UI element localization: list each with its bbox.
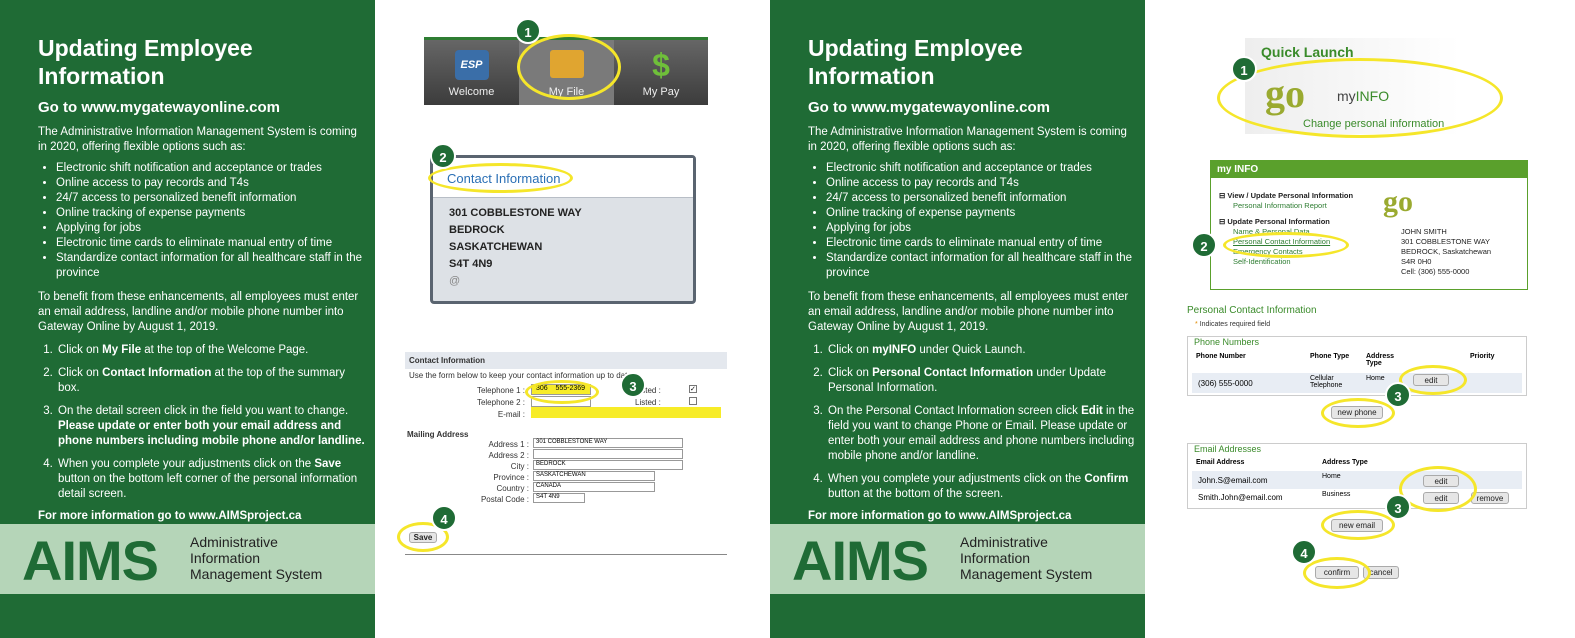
step-item: Click on Contact Information at the top … (56, 366, 366, 396)
bullet-item: Applying for jobs (826, 221, 1136, 236)
bullet-item: Applying for jobs (56, 221, 366, 236)
listed-checkbox-2[interactable] (689, 397, 697, 405)
left-info-panel: Updating Employee Information Go to www.m… (0, 0, 375, 638)
right_panel-benefit: To benefit from these enhancements, all … (808, 291, 1129, 333)
pci-title: Personal Contact Information (1187, 305, 1317, 316)
right_panel-bullets: Electronic shift notification and accept… (808, 161, 1136, 281)
right_panel-more-info: For more information go to www.AIMSproje… (808, 510, 1072, 522)
address-1-input[interactable]: 301 COBBLESTONE WAY (533, 438, 683, 448)
bullet-item: Electronic time cards to eliminate manua… (826, 236, 1136, 251)
step-badge-4b: 4 (1291, 539, 1317, 565)
bullet-item: Electronic shift notification and accept… (56, 161, 366, 176)
bullet-item: Electronic time cards to eliminate manua… (56, 236, 366, 251)
dollar-icon: $ (652, 47, 670, 83)
bullet-item: Online tracking of expense payments (826, 206, 1136, 221)
left_panel-url-heading: Go to www.mygatewayonline.com (38, 99, 280, 116)
province-select[interactable]: SASKATCHEWAN (533, 471, 655, 481)
phone-row: (306) 555-0000 Cellular Telephone Home (1192, 373, 1522, 393)
aims-logo-band: AIMS Administrative Information Management… (0, 524, 375, 594)
email-input[interactable] (531, 407, 721, 418)
report-link[interactable]: Personal Information Report (1219, 201, 1353, 211)
step-badge-1: 1 (515, 18, 541, 44)
left_panel-intro: The Administrative Information Managemen… (38, 126, 357, 153)
country-select[interactable]: CANADA (533, 482, 655, 492)
right-info-panel: Updating Employee Information Go to www.m… (770, 0, 1145, 638)
bullet-item: Online tracking of expense payments (56, 206, 366, 221)
aims-logo-subtitle: Administrative Information Management Syst… (190, 534, 323, 582)
nav-welcome[interactable]: ESP Welcome (424, 40, 519, 105)
esp-icon: ESP (454, 50, 489, 80)
form-title: Contact Information (405, 352, 727, 369)
go-logo-icon-small: go (1383, 185, 1413, 218)
postal-code-input[interactable]: S4T 4N9 (533, 493, 585, 503)
step-item: Click on My File at the top of the Welco… (56, 343, 366, 358)
aims-logo: AIMS (22, 529, 159, 592)
step-badge-3: 3 (620, 372, 646, 398)
right_panel-intro: The Administrative Information Managemen… (808, 126, 1127, 153)
myinfo-box: my INFO ⊟ View / Update Personal Informa… (1210, 160, 1528, 290)
aims-logo-2: AIMS (792, 529, 929, 592)
address-2-input[interactable] (533, 449, 683, 459)
step-item: On the detail screen click in the field … (56, 404, 366, 449)
person-summary: JOHN SMITH 301 COBBLESTONE WAY BEDROCK, Sa… (1401, 227, 1492, 276)
step-item: When you complete your adjustments click… (826, 472, 1136, 502)
listed-checkbox-1[interactable]: ✓ (689, 385, 697, 393)
step-badge-3c: 3 (1385, 494, 1411, 520)
step-item: Click on Personal Contact Information un… (826, 366, 1136, 396)
bullet-item: Standardize contact information for all … (56, 251, 366, 281)
left_panel-benefit: To benefit from these enhancements, all … (38, 291, 359, 333)
aims-logo-band-2: AIMS Administrative Information Management… (770, 524, 1145, 594)
left_panel-title: Updating Employee Information (38, 35, 253, 89)
contact-detail-form: Contact Information Use the form below t… (405, 352, 727, 504)
bullet-item: Electronic shift notification and accept… (826, 161, 1136, 176)
right_panel-title: Updating Employee Information (808, 35, 1023, 89)
bullet-item: 24/7 access to personalized benefit info… (56, 191, 366, 206)
step-item: On the Personal Contact Information scre… (826, 404, 1136, 464)
step-item: Click on myINFO under Quick Launch. (826, 343, 1136, 358)
self-identification-link[interactable]: Self-Identification (1219, 257, 1353, 267)
contact-address: 301 COBBLESTONE WAY BEDROCK SASKATCHEWAN S4… (449, 207, 582, 287)
left_panel-more-info: For more information go to www.AIMSproje… (38, 510, 302, 522)
screenshot-panel-gateway: ESP Welcome My File $ My Pay 1 Contact I… (375, 0, 770, 638)
step-badge-2: 2 (430, 143, 456, 169)
screenshot-panel-myinfo: Quick Launch go myINFO Change personal i… (1145, 0, 1575, 638)
right_panel-url-heading: Go to www.mygatewayonline.com (808, 99, 1050, 116)
step-item: When you complete your adjustments click… (56, 457, 366, 502)
nav-my-pay[interactable]: $ My Pay (614, 40, 708, 105)
right_panel-steps: Click on myINFO under Quick Launch. Click… (808, 343, 1136, 502)
city-input[interactable]: BEDROCK (533, 460, 683, 470)
step-badge-1b: 1 (1231, 56, 1257, 82)
left_panel-steps: Click on My File at the top of the Welco… (38, 343, 366, 502)
left_panel-bullets: Electronic shift notification and accept… (38, 161, 366, 281)
bullet-item: Standardize contact information for all … (826, 251, 1136, 281)
step-badge-2b: 2 (1191, 232, 1217, 258)
bullet-item: 24/7 access to personalized benefit info… (826, 191, 1136, 206)
bullet-item: Online access to pay records and T4s (56, 176, 366, 191)
step-badge-4: 4 (431, 505, 457, 531)
remove-email-button[interactable]: remove (1471, 492, 1509, 504)
step-badge-3b: 3 (1385, 382, 1411, 408)
aims-logo-subtitle-2: Administrative Information Management Syst… (960, 534, 1093, 582)
phone-numbers-section: Phone Numbers Phone Number Phone Type Ad… (1187, 336, 1527, 396)
divider (405, 554, 727, 555)
bullet-item: Online access to pay records and T4s (826, 176, 1136, 191)
